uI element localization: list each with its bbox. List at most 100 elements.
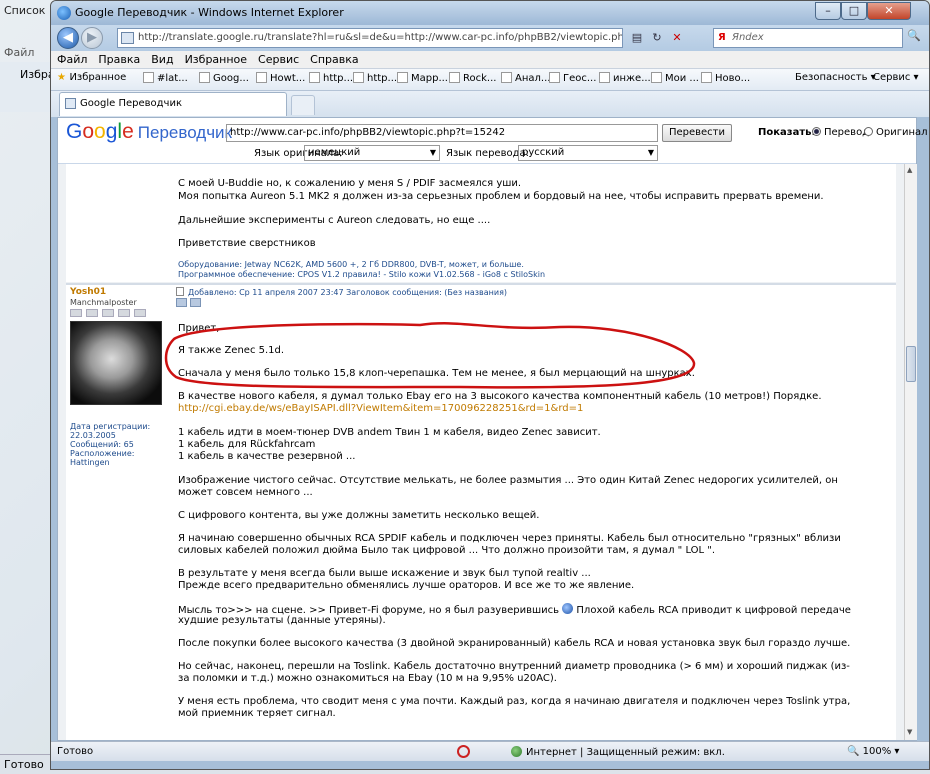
- post-text: У меня есть проблема, что сводит меня с …: [178, 696, 851, 707]
- favorite-item-label: Геос...: [563, 73, 597, 84]
- pm-icon[interactable]: [86, 309, 98, 317]
- tab-label: Google Переводчик: [80, 98, 182, 109]
- menu-help[interactable]: Справка: [304, 51, 363, 66]
- window-title: Google Переводчик - Windows Internet Exp…: [75, 6, 344, 19]
- arrow-down-icon[interactable]: [176, 298, 187, 307]
- favicon-icon: [199, 72, 210, 83]
- post-text: Но сейчас, наконец, перешли на Toslink. …: [178, 661, 850, 672]
- post-author[interactable]: Yosh01: [70, 287, 106, 297]
- favorites-button[interactable]: ★ Избранное: [57, 72, 126, 83]
- url-input[interactable]: http://translate.google.ru/translate?hl=…: [117, 28, 623, 48]
- favorite-item-label: инже...: [613, 73, 651, 84]
- radio-selected-icon: [812, 127, 821, 136]
- stop-button[interactable]: ✕: [669, 29, 685, 47]
- favicon-icon: [549, 72, 560, 83]
- chevron-down-icon: ▼: [429, 148, 436, 157]
- menu-tools[interactable]: Сервис: [252, 51, 304, 66]
- post-text: за поломки и т.д.) можно ознакомиться на…: [178, 673, 557, 684]
- favorite-item[interactable]: Ново...: [701, 72, 750, 84]
- blocked-content-icon[interactable]: [457, 745, 470, 758]
- refresh-button[interactable]: ↻: [649, 29, 665, 47]
- forward-button[interactable]: ▶: [81, 27, 103, 49]
- post-text: С моей U-Buddie но, к сожалению у меня S…: [178, 178, 522, 189]
- forum-page: С моей U-Buddie но, к сожалению у меня S…: [58, 164, 904, 740]
- tab-google-translate[interactable]: Google Переводчик: [59, 92, 287, 116]
- target-language-label: Язык перевода:: [446, 148, 529, 159]
- favorite-item[interactable]: Goog...: [199, 72, 249, 84]
- logo-letter: e: [122, 120, 134, 143]
- translate-button[interactable]: Перевести: [662, 124, 732, 142]
- favorite-item-label: Мои ...: [665, 73, 699, 84]
- post-text: может совсем немного ...: [178, 487, 313, 498]
- favicon-icon: [651, 72, 662, 83]
- location: Hattingen: [70, 458, 110, 467]
- google-logo[interactable]: Google Переводчик: [66, 120, 232, 144]
- favorite-item[interactable]: Mapp...: [397, 72, 448, 84]
- favorite-item-label: Goog...: [213, 73, 249, 84]
- favorite-item[interactable]: Мои ...: [651, 72, 699, 84]
- logo-letter: G: [66, 120, 83, 143]
- security-menu[interactable]: Безопасность ▾: [795, 72, 876, 83]
- ebay-link[interactable]: http://cgi.ebay.de/ws/eBayISAPI.dll?View…: [178, 403, 583, 414]
- favorite-item[interactable]: Rock...: [449, 72, 496, 84]
- new-tab-button[interactable]: [291, 95, 315, 115]
- post-signature: Оборудование: Jetway NC62K, AMD 5600 +, …: [178, 260, 524, 269]
- radio-translation[interactable]: Перевод: [812, 127, 869, 138]
- favicon-icon: [143, 72, 154, 83]
- search-go-button[interactable]: 🔍: [907, 29, 921, 42]
- search-input[interactable]: Я Яndex: [713, 28, 903, 48]
- favorite-item[interactable]: http...: [353, 72, 397, 84]
- post-icon: [176, 287, 184, 296]
- scroll-down-icon[interactable]: ▼: [907, 728, 912, 736]
- minimize-button[interactable]: –: [815, 2, 841, 20]
- vertical-scrollbar[interactable]: ▲ ▼: [904, 164, 917, 740]
- reg-label: Дата регистрации:: [70, 422, 151, 431]
- favorite-item[interactable]: #lat...: [143, 72, 188, 84]
- radio-label: Перевод: [824, 127, 870, 138]
- icq-icon[interactable]: [134, 309, 146, 317]
- close-button[interactable]: ✕: [867, 2, 911, 20]
- favorite-item[interactable]: Анал...: [501, 72, 550, 84]
- menu-favorites[interactable]: Избранное: [179, 51, 252, 66]
- scrollbar-thumb[interactable]: [906, 346, 916, 382]
- source-language-select[interactable]: немецкий ▼: [304, 145, 440, 161]
- scroll-up-icon[interactable]: ▲: [907, 166, 912, 174]
- menu-view[interactable]: Вид: [145, 51, 178, 66]
- email-icon[interactable]: [102, 309, 114, 317]
- yandex-icon: Я: [718, 32, 726, 43]
- smiley-icon: [562, 603, 574, 614]
- security-zone[interactable]: Интернет | Защищенный режим: вкл.: [511, 746, 725, 758]
- favorite-item[interactable]: инже...: [599, 72, 651, 84]
- select-value: русский: [522, 147, 565, 158]
- post-text: Я также Zenec 5.1d.: [178, 345, 285, 356]
- zoom-control[interactable]: 🔍 100% ▾: [847, 746, 899, 757]
- tools-menu[interactable]: Сервис ▾: [873, 72, 919, 83]
- favorite-item[interactable]: Howt...: [256, 72, 305, 84]
- back-button[interactable]: ◀: [57, 27, 79, 49]
- post-text: мой приемник теряет сигнал.: [178, 708, 336, 719]
- background-menu[interactable]: Файл: [4, 46, 34, 59]
- radio-original[interactable]: Оригинал: [864, 127, 928, 138]
- arrow-up-icon[interactable]: [190, 298, 201, 307]
- location-label: Расположение:: [70, 449, 135, 458]
- menu-file[interactable]: Файл: [51, 51, 92, 66]
- post-header: Добавлено: Ср 11 апреля 2007 23:47 Загол…: [176, 287, 507, 297]
- favorite-item-label: http...: [367, 73, 398, 84]
- target-language-select[interactable]: русский ▼: [518, 145, 658, 161]
- favorite-item[interactable]: http...: [309, 72, 353, 84]
- forum-post: Yosh01 Manchmalposter Дата регистрации: …: [66, 285, 896, 740]
- favicon-icon: [397, 72, 408, 83]
- profile-icon[interactable]: [70, 309, 82, 317]
- post-text: В результате у меня всегда были выше иск…: [178, 568, 591, 579]
- post-text: силовых кабелей положил дюйма Было так ц…: [178, 545, 716, 556]
- translate-url-input[interactable]: http://www.car-pc.info/phpBB2/viewtopic.…: [226, 124, 658, 142]
- address-bar: ◀ ▶ http://translate.google.ru/translate…: [51, 25, 929, 51]
- compat-view-icon[interactable]: ▤: [629, 29, 645, 47]
- tab-strip: Google Переводчик: [51, 91, 929, 117]
- post-text: После покупки более высокого качества (3…: [178, 638, 851, 649]
- post-text: худшие результаты (данные утеряны).: [178, 615, 386, 626]
- www-icon[interactable]: [118, 309, 130, 317]
- maximize-button[interactable]: □: [841, 2, 867, 20]
- favorite-item[interactable]: Геос...: [549, 72, 596, 84]
- menu-edit[interactable]: Правка: [92, 51, 145, 66]
